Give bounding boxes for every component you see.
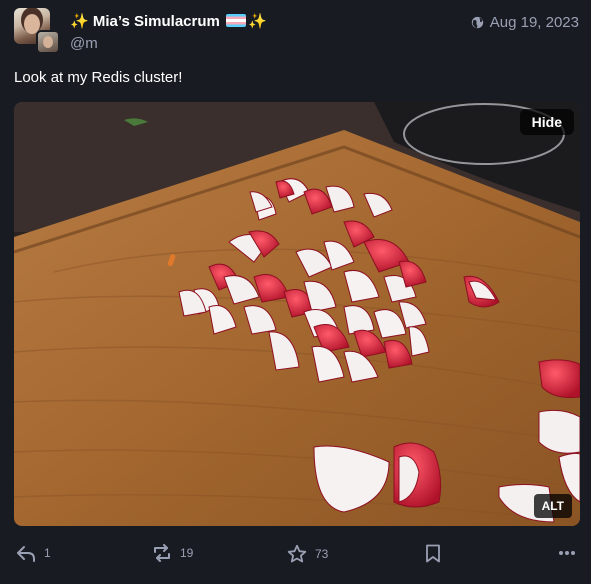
media-attachment[interactable]: Hide ALT <box>14 102 580 526</box>
alt-text-badge[interactable]: ALT <box>533 494 572 518</box>
display-name-text: Mia’s Simulacrum <box>92 13 220 30</box>
status-content: Look at my Redis cluster! <box>14 69 183 86</box>
post-date: Aug 19, 2023 <box>489 14 579 31</box>
boost-icon <box>154 544 170 562</box>
reply-button[interactable]: 1 <box>16 544 51 562</box>
globe-icon <box>471 16 483 29</box>
star-icon <box>287 544 307 563</box>
sparkles-icon: ✨ <box>248 13 267 30</box>
action-bar: 1 19 73 <box>0 540 591 570</box>
hide-media-button[interactable]: Hide <box>519 109 574 135</box>
favourite-count: 73 <box>315 547 329 561</box>
reply-count: 1 <box>44 546 51 560</box>
bookmark-icon <box>426 544 440 563</box>
status-post: ✨ Mia’s Simulacrum ✨ @m Aug 19, 2023 Loo… <box>0 0 591 584</box>
account-handle[interactable]: @m <box>70 35 98 52</box>
favourite-button[interactable]: 73 <box>287 544 328 564</box>
boost-button[interactable]: 19 <box>152 544 193 562</box>
radishes-photo <box>14 102 580 526</box>
bookmark-button[interactable] <box>425 544 441 563</box>
post-timestamp[interactable]: Aug 19, 2023 <box>471 14 579 31</box>
display-name[interactable]: ✨ Mia’s Simulacrum ✨ <box>70 12 267 30</box>
transgender-flag-icon <box>226 14 247 27</box>
more-icon <box>559 551 575 555</box>
reply-icon <box>17 546 35 562</box>
more-options-button[interactable] <box>558 544 576 562</box>
avatar[interactable] <box>14 8 60 54</box>
avatar-secondary-photo <box>36 30 60 54</box>
sparkles-icon: ✨ <box>70 13 89 30</box>
boost-count: 19 <box>180 546 194 560</box>
